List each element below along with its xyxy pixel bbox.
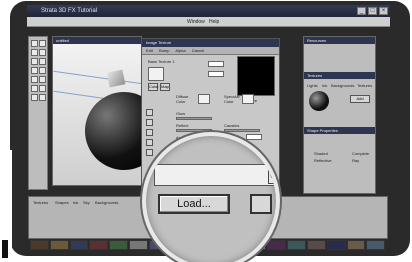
tab-alpha[interactable]: Alpha bbox=[175, 48, 185, 53]
option-reflective[interactable]: Reflective bbox=[314, 158, 332, 163]
load-button[interactable]: Load... bbox=[158, 194, 230, 214]
material-swatch[interactable] bbox=[128, 240, 148, 250]
scene-viewport[interactable]: untitled bbox=[52, 36, 142, 186]
tool-light-icon[interactable] bbox=[31, 85, 38, 92]
bottom-tab-backgrounds[interactable]: Backgrounds bbox=[95, 200, 118, 205]
material-swatch[interactable] bbox=[69, 240, 89, 250]
menu-bar: Window Help bbox=[27, 17, 390, 27]
app-title: Strata 3D FX Tutorial bbox=[41, 8, 98, 14]
bottom-tab-ink[interactable]: Ink bbox=[73, 200, 78, 205]
bottom-tab-sky[interactable]: Sky bbox=[83, 200, 90, 205]
map-button[interactable]: Map bbox=[160, 83, 170, 91]
material-swatch[interactable] bbox=[366, 240, 386, 250]
diffuse-swatch[interactable] bbox=[198, 94, 210, 104]
zoomed-text-field[interactable] bbox=[154, 164, 276, 186]
close-icon[interactable]: × bbox=[379, 7, 388, 15]
material-swatch[interactable] bbox=[267, 240, 287, 250]
material-swatch[interactable] bbox=[49, 240, 69, 250]
checkbox[interactable] bbox=[146, 129, 153, 136]
checkbox[interactable] bbox=[146, 119, 153, 126]
tool-sphere-icon[interactable] bbox=[31, 67, 38, 74]
texture-thumbnail[interactable] bbox=[309, 91, 329, 111]
numeric-field[interactable] bbox=[208, 71, 224, 77]
tool-palette bbox=[28, 36, 48, 190]
tool-select-icon[interactable] bbox=[31, 40, 38, 47]
app-titlebar: Strata 3D FX Tutorial _ □ × bbox=[27, 5, 390, 17]
texture-preview bbox=[237, 56, 275, 96]
material-swatch[interactable] bbox=[89, 240, 109, 250]
refract-field[interactable] bbox=[246, 134, 262, 140]
material-swatch[interactable] bbox=[30, 240, 49, 250]
menu-window[interactable]: Window bbox=[187, 17, 205, 27]
tool-hand-icon[interactable] bbox=[39, 58, 46, 65]
option-ray[interactable]: Ray bbox=[352, 158, 359, 163]
glow-slider[interactable] bbox=[176, 117, 212, 120]
tab-ink[interactable]: Ink bbox=[322, 83, 327, 88]
tool-torus-icon[interactable] bbox=[39, 76, 46, 83]
checkbox[interactable] bbox=[146, 149, 153, 156]
window-controls: _ □ × bbox=[357, 7, 388, 15]
sphere-object[interactable] bbox=[85, 92, 141, 170]
menu-help[interactable]: Help bbox=[209, 17, 219, 27]
add-button[interactable]: Add bbox=[350, 95, 370, 103]
right-palettes: Resources Textures Lights Ink Background… bbox=[303, 36, 376, 194]
tool-zoom-icon[interactable] bbox=[39, 94, 46, 101]
reflect-label: Reflect bbox=[176, 123, 189, 128]
material-swatch[interactable] bbox=[326, 240, 346, 250]
tab-cancel[interactable]: Cancel bbox=[192, 48, 204, 53]
tab-lights[interactable]: Lights bbox=[307, 83, 318, 88]
checkbox[interactable] bbox=[146, 139, 153, 146]
shape-properties-title: Shape Properties bbox=[304, 127, 375, 134]
dialog-title: Image Texture bbox=[142, 39, 279, 47]
tool-path-icon[interactable] bbox=[31, 94, 38, 101]
cube-object[interactable] bbox=[106, 69, 126, 88]
zoomed-secondary-button[interactable] bbox=[250, 194, 272, 214]
textures-title: Textures bbox=[304, 72, 375, 79]
text-cursor-mark bbox=[2, 240, 8, 258]
material-swatch[interactable] bbox=[346, 240, 366, 250]
tool-cube-icon[interactable] bbox=[39, 67, 46, 74]
tool-camera-icon[interactable] bbox=[39, 85, 46, 92]
dialog-tabs: Edit Bump Alpha Cancel bbox=[142, 47, 279, 55]
material-swatch[interactable] bbox=[109, 240, 128, 250]
color-swatch[interactable] bbox=[148, 67, 164, 81]
material-swatch[interactable] bbox=[287, 240, 306, 250]
magnifier-callout: W Load... bbox=[142, 132, 280, 262]
maximize-icon[interactable]: □ bbox=[368, 7, 377, 15]
specular-swatch[interactable] bbox=[242, 94, 254, 104]
glow-label: Glow bbox=[176, 111, 186, 116]
tool-cone-icon[interactable] bbox=[31, 76, 38, 83]
color-button[interactable]: Color bbox=[148, 83, 159, 91]
tab-backgrounds[interactable]: Backgrounds bbox=[331, 83, 354, 88]
texture-name-label: Base Texture 1 bbox=[148, 59, 175, 64]
material-swatch[interactable] bbox=[306, 240, 326, 250]
tab-textures[interactable]: Textures bbox=[357, 83, 372, 88]
tool-scale-icon[interactable] bbox=[39, 49, 46, 56]
checkbox[interactable] bbox=[146, 109, 153, 116]
resources-title: Resources bbox=[304, 37, 375, 44]
grid-line bbox=[53, 70, 141, 85]
bottom-tab-shapes[interactable]: Shapes bbox=[55, 200, 69, 205]
color-label: Color bbox=[176, 99, 186, 104]
viewport-title: untitled bbox=[53, 37, 141, 44]
tool-move-icon[interactable] bbox=[39, 40, 46, 47]
tool-rotate-icon[interactable] bbox=[31, 49, 38, 56]
tool-text-icon[interactable] bbox=[31, 58, 38, 65]
caustics-label: Caustics bbox=[224, 123, 240, 128]
caustics-slider[interactable] bbox=[224, 129, 260, 132]
bottom-tab-textures[interactable]: Textures bbox=[33, 200, 48, 205]
tab-bump[interactable]: Bump bbox=[159, 48, 169, 53]
tab-edit[interactable]: Edit bbox=[146, 48, 153, 53]
minimize-icon[interactable]: _ bbox=[357, 7, 366, 15]
numeric-field[interactable] bbox=[208, 61, 224, 67]
option-shaded[interactable]: Shaded bbox=[314, 151, 328, 156]
option-complete[interactable]: Complete bbox=[352, 151, 369, 156]
specular-color-label: Color bbox=[224, 99, 234, 104]
